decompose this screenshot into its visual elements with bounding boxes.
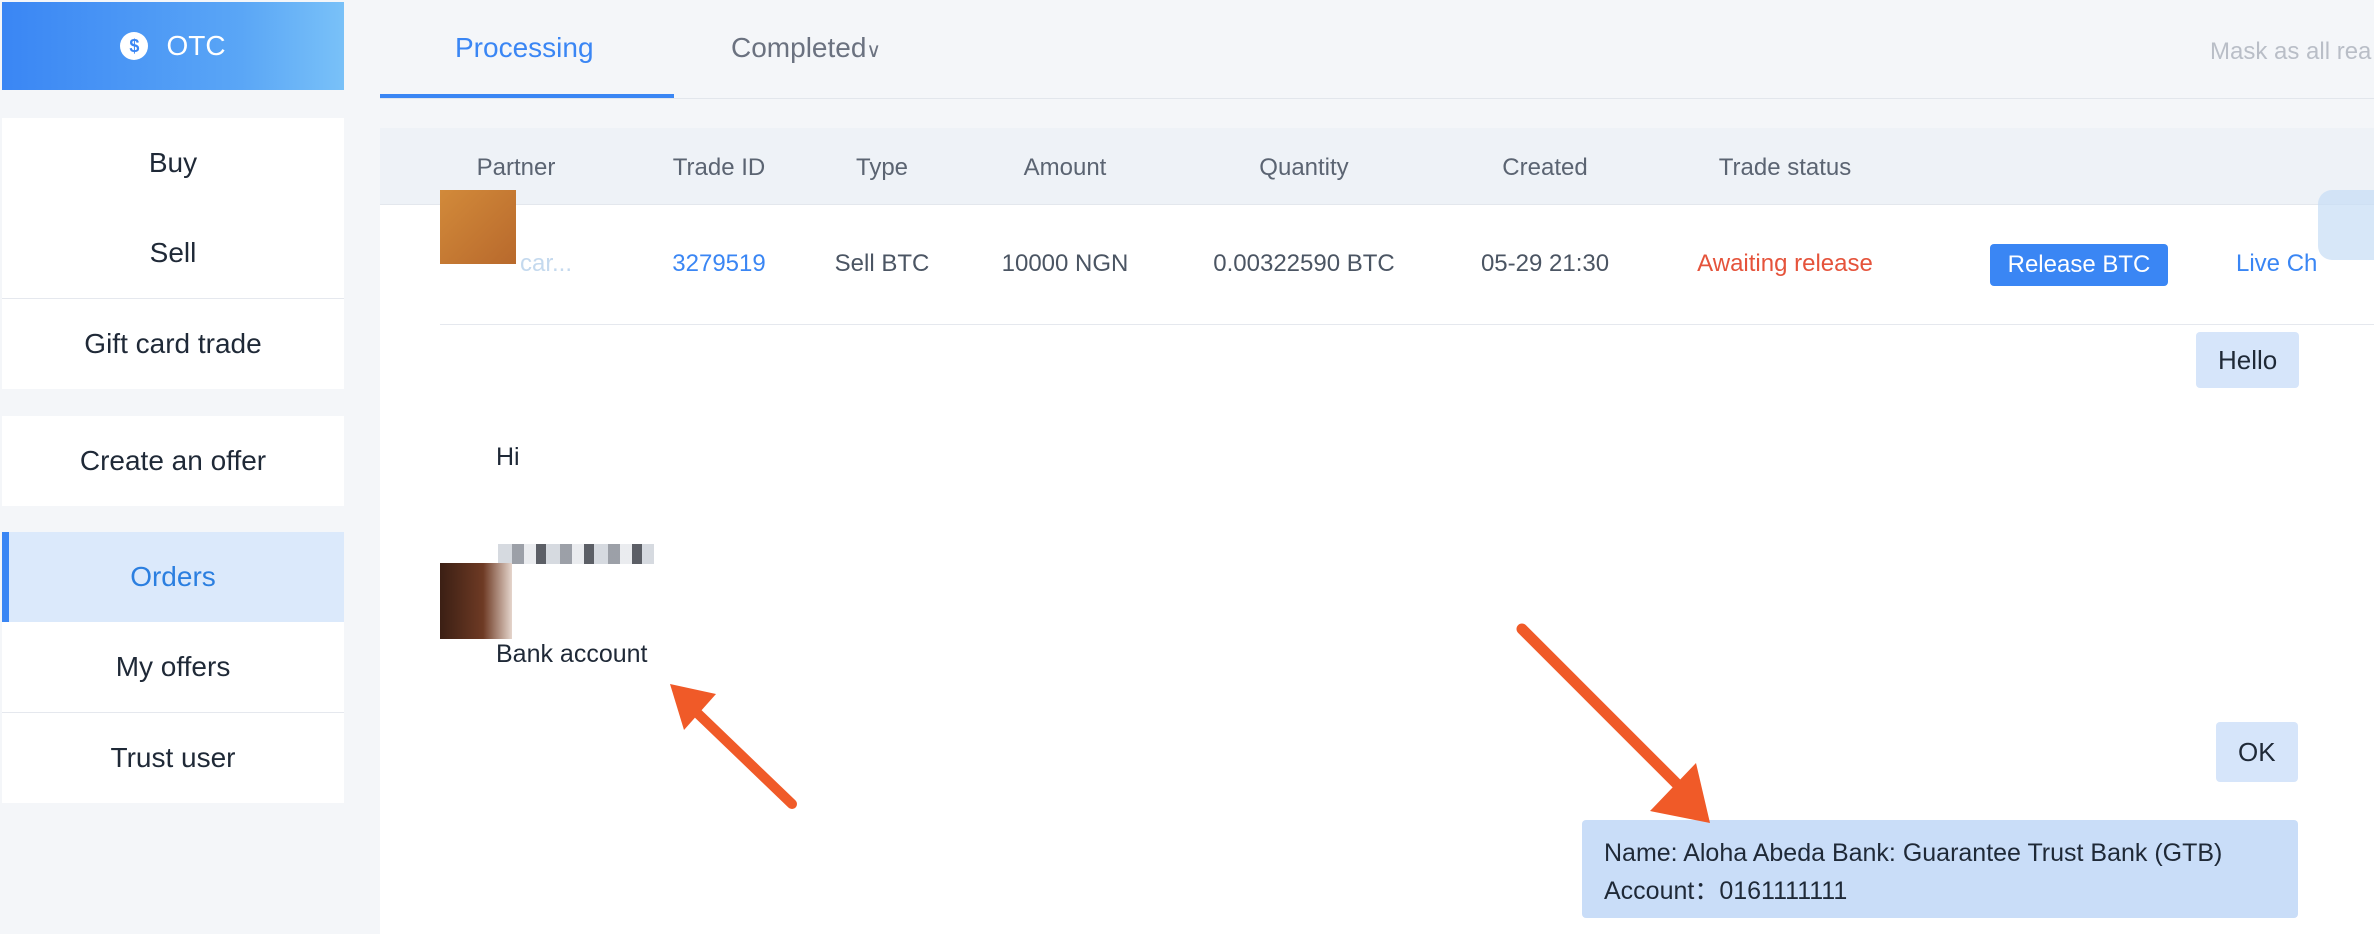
menu-item-gift-card-trade[interactable]: Gift card trade — [2, 299, 344, 389]
col-quantity: Quantity — [1259, 154, 1349, 181]
bank-name-line: Name: Aloha Abeda Bank: Guarantee Trust … — [1604, 839, 2223, 867]
scroll-handle — [2318, 190, 2374, 260]
mark-all-read-link[interactable]: Mask as all rea — [2210, 38, 2371, 66]
chat-message-hello: Hello — [2196, 332, 2300, 388]
col-trade-id: Trade ID — [672, 154, 766, 181]
dollar-coin-icon: $ — [120, 32, 149, 60]
trade-amount: 10000 NGN — [1001, 250, 1129, 277]
col-created: Created — [1502, 154, 1588, 181]
live-chat-link[interactable]: Live Ch — [2236, 250, 2317, 278]
menu-group-trade: Buy Sell Gift card trade — [2, 118, 344, 389]
annotation-arrow-icon — [1516, 623, 1710, 823]
trade-type: Sell BTC — [834, 250, 930, 277]
chat-message-hi: Hi — [496, 443, 520, 471]
sidebar: $ OTC Buy Sell Gift card trade Create an… — [0, 0, 366, 934]
menu-group-offer: Create an offer — [2, 416, 344, 506]
chevron-down-icon: ∨ — [866, 40, 882, 62]
menu-item-orders[interactable]: Orders — [2, 532, 344, 622]
chat-message-bank-account: Bank account — [496, 640, 648, 668]
active-tab-indicator — [380, 94, 674, 98]
order-tabs — [380, 0, 2374, 99]
sender-avatar — [440, 563, 512, 639]
annotation-arrow-icon — [670, 684, 797, 809]
menu-item-my-offers[interactable]: My offers — [2, 622, 344, 712]
col-amount: Amount — [1023, 154, 1107, 181]
menu-item-trust-user[interactable]: Trust user — [2, 713, 344, 803]
tab-completed[interactable]: Completed∨ — [731, 32, 881, 64]
trade-created: 05-29 21:30 — [1480, 250, 1610, 277]
col-partner: Partner — [476, 154, 556, 181]
trade-quantity: 0.00322590 BTC — [1213, 250, 1395, 277]
release-btc-button[interactable]: Release BTC — [1990, 244, 2168, 286]
menu-item-buy[interactable]: Buy — [2, 118, 344, 208]
chat-message-ok: OK — [2216, 722, 2298, 782]
col-trade-status: Trade status — [1718, 154, 1852, 181]
trade-status: Awaiting release — [1697, 250, 1873, 277]
partner-avatar[interactable] — [440, 190, 516, 264]
col-type: Type — [855, 154, 909, 181]
menu-group-orders: Orders My offers Trust user — [2, 532, 344, 803]
tab-completed-label: Completed — [731, 32, 867, 63]
trade-id-link[interactable]: 3279519 — [672, 250, 765, 278]
otc-header[interactable]: $ OTC — [2, 2, 344, 90]
otc-label: OTC — [166, 30, 226, 61]
row-divider — [440, 324, 2374, 325]
blurred-username — [498, 544, 654, 564]
partner-name[interactable]: car... — [520, 250, 572, 278]
menu-item-create-offer[interactable]: Create an offer — [2, 416, 344, 506]
tab-processing[interactable]: Processing — [455, 32, 594, 64]
bank-details-message: Name: Aloha Abeda Bank: Guarantee Trust … — [1582, 820, 2298, 918]
menu-item-sell[interactable]: Sell — [2, 208, 344, 298]
bank-account-line: Account：0161111111 — [1604, 877, 1848, 905]
